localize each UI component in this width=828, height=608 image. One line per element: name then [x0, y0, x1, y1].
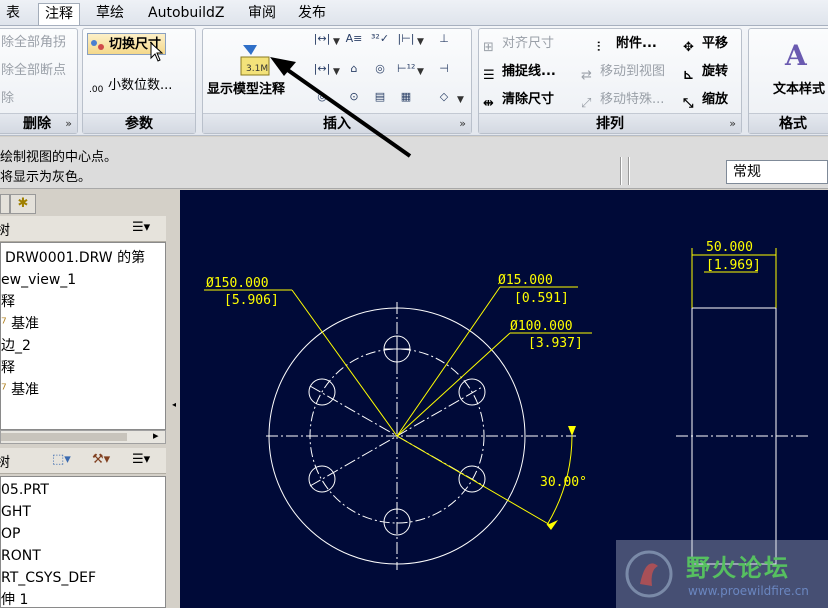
- mouse-cursor-icon: [150, 42, 164, 62]
- tutorial-arrow-overlay: [270, 57, 412, 158]
- tutorial-arrow-line: [280, 64, 412, 158]
